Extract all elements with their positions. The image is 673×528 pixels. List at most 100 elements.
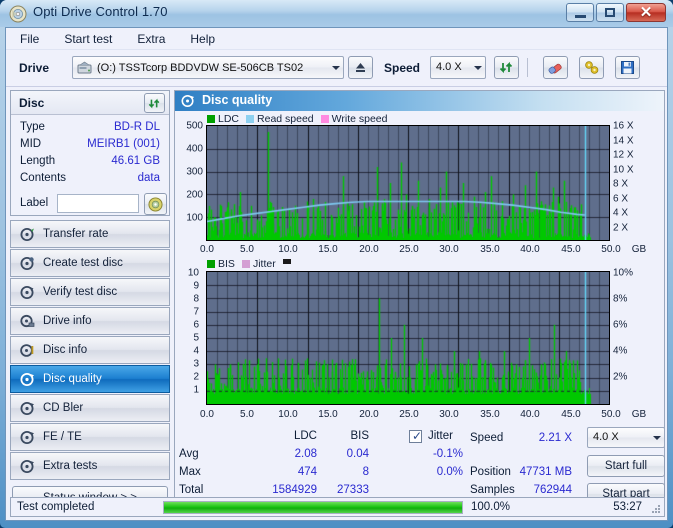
- disc-label-input[interactable]: [57, 194, 139, 213]
- x-tick: 15.0: [318, 244, 337, 255]
- y2-tick: 10%: [613, 268, 633, 279]
- x-tick: 20.0: [359, 409, 378, 420]
- sidebar-item-label: Disc quality: [43, 373, 102, 385]
- y-tick: 6: [175, 320, 199, 331]
- speed-select[interactable]: 4.0 X: [430, 56, 486, 79]
- chart1-xaxis: 0.0 5.0 10.0 15.0 20.0 25.0 30.0 35.0 40…: [175, 244, 666, 258]
- sidebar-item-disc-info[interactable]: Disc info: [10, 336, 170, 364]
- sidebar-item-fe-te[interactable]: FE / TE: [10, 423, 170, 451]
- refresh-button[interactable]: [494, 56, 519, 79]
- disc-row-type: Type BD-R DL: [11, 121, 169, 137]
- disc-bler-icon: [20, 401, 35, 416]
- disc-extra-icon: [20, 459, 35, 474]
- start-full-button[interactable]: Start full: [587, 455, 665, 477]
- x-tick: 30.0: [439, 244, 458, 255]
- client-area: File Start test Extra Help Drive (O:) TS…: [5, 27, 668, 521]
- avg-jitter-value: -0.1%: [393, 448, 463, 460]
- x-tick: 50.0: [601, 409, 620, 420]
- save-button[interactable]: [615, 56, 640, 79]
- jitter-checkbox[interactable]: ✓: [409, 430, 422, 443]
- chart2-plot-area[interactable]: [206, 271, 610, 405]
- sidebar-item-verify-test-disc[interactable]: Verify test disc: [10, 278, 170, 306]
- sidebar-item-cd-bler[interactable]: CD Bler: [10, 394, 170, 422]
- x-tick: 0.0: [200, 409, 214, 420]
- disc-burn-icon: [20, 256, 35, 271]
- sidebar-item-label: FE / TE: [43, 431, 82, 443]
- sidebar-item-create-test-disc[interactable]: Create test disc: [10, 249, 170, 277]
- refresh-icon: [148, 97, 161, 110]
- toolbar-separator: [527, 58, 528, 77]
- eject-button[interactable]: [348, 56, 373, 79]
- erase-button[interactable]: [543, 56, 568, 79]
- minimize-icon: [575, 15, 586, 18]
- sidebar-item-extra-tests[interactable]: Extra tests: [10, 452, 170, 480]
- y-tick: 5: [175, 333, 199, 344]
- chevron-down-icon: [332, 66, 340, 70]
- chart-bis-jitter: 10 9 8 7 6 5 4 3 2 1 10% 8% 6% 4% 2%: [175, 271, 666, 411]
- disc-refresh-button[interactable]: [144, 93, 165, 113]
- total-bis-value: 27333: [315, 484, 369, 496]
- maximize-icon: [605, 8, 615, 17]
- y2-tick: 4%: [613, 346, 627, 357]
- test-speed-select[interactable]: 4.0 X: [587, 427, 665, 448]
- x-tick: 40.0: [520, 409, 539, 420]
- close-icon: ✕: [640, 5, 653, 20]
- disc-label-key: Label: [20, 197, 48, 209]
- avg-bis-value: 0.04: [321, 448, 369, 460]
- y-tick: 4: [175, 346, 199, 357]
- menu-item-file[interactable]: File: [17, 30, 42, 48]
- disc-header-title: Disc: [19, 96, 44, 110]
- drive-select[interactable]: (O:) TSSTcorp BDDVDW SE-506CB TS02: [72, 56, 344, 79]
- window-title: Opti Drive Control 1.70: [33, 4, 168, 19]
- disc-label-button[interactable]: [144, 193, 167, 215]
- disc-verify-icon: [20, 285, 35, 300]
- chart1-legend: LDC Read speed Write speed: [207, 113, 395, 125]
- maximize-button[interactable]: [596, 3, 624, 22]
- y2-tick: 8%: [613, 294, 627, 305]
- sidebar-item-disc-quality[interactable]: Disc quality: [10, 365, 170, 393]
- menu-bar: File Start test Extra Help: [6, 28, 667, 50]
- stats-row-avg: Avg: [179, 448, 199, 460]
- x-tick: 5.0: [240, 409, 254, 420]
- legend-label-ldc: LDC: [218, 113, 239, 125]
- max-jitter-value: 0.0%: [393, 466, 463, 478]
- menu-item-extra[interactable]: Extra: [134, 30, 168, 48]
- tools-button[interactable]: [579, 56, 604, 79]
- x-tick: 15.0: [318, 409, 337, 420]
- legend-swatch-ldc: [207, 115, 215, 123]
- disc-label-icon: [148, 197, 163, 212]
- sidebar-item-transfer-rate[interactable]: Transfer rate: [10, 220, 170, 248]
- speed-label: Speed: [384, 61, 420, 75]
- elapsed-time: 53:27: [613, 501, 642, 513]
- x-tick: 50.0: [601, 244, 620, 255]
- drive-toolbar: Drive (O:) TSSTcorp BDDVDW SE-506CB TS02…: [6, 50, 667, 87]
- chart1-plot-area[interactable]: [206, 125, 610, 241]
- y2-tick: 6%: [613, 320, 627, 331]
- disc-info-icon: [20, 343, 35, 358]
- x-tick: 35.0: [480, 244, 499, 255]
- content-header: Disc quality: [175, 91, 664, 111]
- check-icon: ✓: [412, 429, 422, 443]
- refresh-icon: [499, 60, 514, 75]
- x-tick: 25.0: [399, 244, 418, 255]
- minimize-button[interactable]: [566, 3, 594, 22]
- legend-swatch-bis: [207, 260, 215, 268]
- x-tick: 45.0: [561, 244, 580, 255]
- status-text: Test completed: [17, 501, 94, 513]
- y-tick: 300: [175, 167, 203, 178]
- menu-item-help[interactable]: Help: [187, 30, 218, 48]
- close-button[interactable]: ✕: [626, 3, 666, 22]
- speed-value: 4.0 X: [436, 61, 462, 73]
- progress-percent: 100.0%: [471, 501, 510, 513]
- disc-row-value: 46.61 GB: [111, 155, 160, 167]
- disc-row-value: data: [138, 172, 160, 184]
- legend-label-write-speed: Write speed: [332, 113, 388, 125]
- chart2-xaxis: 0.0 5.0 10.0 15.0 20.0 25.0 30.0 35.0 40…: [175, 409, 666, 423]
- disc-row-key: MID: [20, 138, 41, 150]
- resize-grip-icon[interactable]: [650, 503, 661, 514]
- speed-stat-label: Speed: [470, 432, 503, 444]
- y-tick: 200: [175, 190, 203, 201]
- sidebar-item-drive-info[interactable]: Drive info: [10, 307, 170, 335]
- menu-item-start-test[interactable]: Start test: [61, 30, 115, 48]
- x-tick: 10.0: [278, 409, 297, 420]
